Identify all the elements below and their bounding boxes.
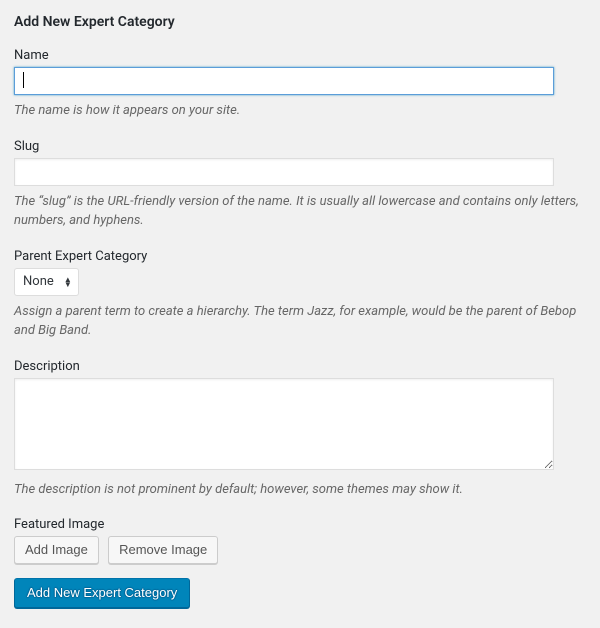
description-help: The description is not prominent by defa… [14,480,584,500]
text-caret-icon [23,72,24,88]
featured-image-label: Featured Image [14,517,586,532]
slug-input[interactable] [14,158,554,186]
description-label: Description [14,359,586,374]
add-image-button[interactable]: Add Image [14,536,99,564]
field-parent: Parent Expert Category None ▲▼ Assign a … [14,249,586,341]
field-slug: Slug The “slug” is the URL-friendly vers… [14,139,586,231]
submit-button[interactable]: Add New Expert Category [14,578,190,608]
parent-select[interactable]: None ▲▼ [14,268,79,296]
remove-image-button[interactable]: Remove Image [108,536,218,564]
field-description: Description The description is not promi… [14,359,586,500]
add-term-form: Add New Expert Category Name The name is… [0,0,600,628]
slug-label: Slug [14,139,586,154]
description-textarea[interactable] [14,378,554,470]
name-description: The name is how it appears on your site. [14,101,584,121]
slug-description: The “slug” is the URL-friendly version o… [14,192,584,231]
name-label: Name [14,48,586,63]
select-arrows-icon: ▲▼ [64,277,72,287]
parent-selected-value: None [23,274,54,289]
parent-label: Parent Expert Category [14,249,586,264]
parent-description: Assign a parent term to create a hierarc… [14,302,584,341]
submit-row: Add New Expert Category [14,578,586,608]
field-featured-image: Featured Image Add Image Remove Image [14,517,586,564]
form-title: Add New Expert Category [14,14,586,30]
name-input[interactable] [14,67,554,95]
field-name: Name The name is how it appears on your … [14,48,586,121]
